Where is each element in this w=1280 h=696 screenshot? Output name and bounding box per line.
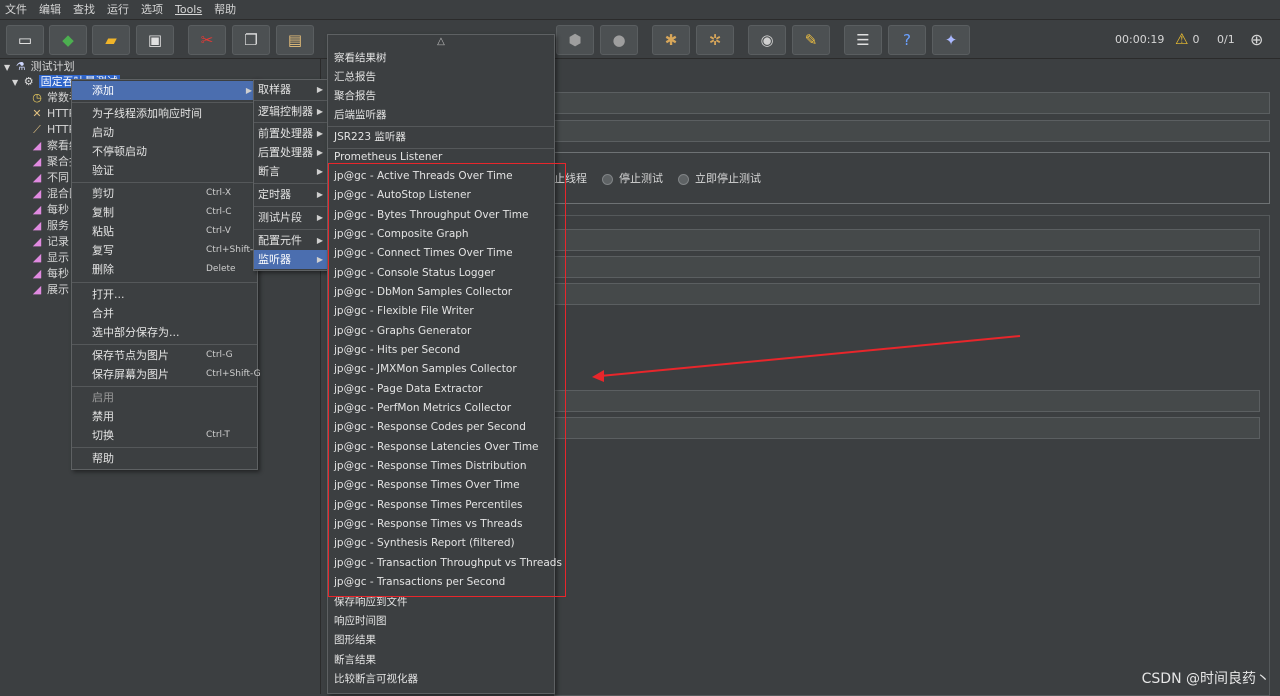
- submenu-logic-controller[interactable]: 逻辑控制器 ▶: [254, 102, 328, 121]
- listener-compare-assertion[interactable]: 比较断言可视化器: [328, 670, 554, 689]
- menu-toggle[interactable]: 切换 Ctrl-T: [72, 426, 257, 445]
- listener-aggregate-report[interactable]: 聚合报告: [328, 87, 554, 106]
- menu-start[interactable]: 启动: [72, 123, 257, 142]
- listener-view-results-tree[interactable]: 察看结果树: [328, 49, 554, 68]
- submenu-listener[interactable]: 监听器 ▶: [254, 250, 328, 269]
- submenu-test-fragment[interactable]: 测试片段 ▶: [254, 208, 328, 227]
- listener-backend[interactable]: 后端监听器: [328, 106, 554, 125]
- menu-paste[interactable]: 粘贴 Ctrl-V: [72, 222, 257, 241]
- listener-assertion-results[interactable]: 断言结果: [328, 651, 554, 670]
- submenu-timer[interactable]: 定时器 ▶: [254, 185, 328, 204]
- add-submenu: 取样器 ▶ 逻辑控制器 ▶ 前置处理器 ▶ 后置处理器 ▶ 断言 ▶ 定时器 ▶ 测试片段 ▶…: [253, 79, 329, 271]
- listener-jsr223[interactable]: JSR223 监听器: [328, 128, 554, 147]
- submenu-assertion[interactable]: 断言 ▶: [254, 162, 328, 181]
- menu-enable[interactable]: 启用: [72, 388, 257, 407]
- menu-copy[interactable]: 复制 Ctrl-C: [72, 203, 257, 222]
- highlight-box: [328, 163, 566, 597]
- menu-start-no-pause[interactable]: 不停顿启动: [72, 142, 257, 161]
- context-menu: 添加 ▶ 为子线程添加响应时间 启动 不停顿启动 验证 剪切 Ctrl-X 复制 Ct…: [71, 79, 261, 470]
- menu-cut[interactable]: 剪切 Ctrl-X: [72, 184, 257, 203]
- scroll-up-icon[interactable]: △: [328, 35, 554, 49]
- menu-validate[interactable]: 验证: [72, 161, 257, 180]
- listener-summary-report[interactable]: 汇总报告: [328, 68, 554, 87]
- menu-disable[interactable]: 禁用: [72, 407, 257, 426]
- menu-save-node-image[interactable]: 保存节点为图片 Ctrl-G: [72, 346, 257, 365]
- menu-duplicate[interactable]: 复写 Ctrl+Shift-C: [72, 241, 260, 260]
- submenu-postprocessor[interactable]: 后置处理器 ▶: [254, 143, 328, 162]
- menu-help-item[interactable]: 帮助: [72, 449, 257, 468]
- submenu-preprocessor[interactable]: 前置处理器 ▶: [254, 124, 328, 143]
- menu-delete[interactable]: 删除 Delete: [72, 260, 257, 279]
- menu-add[interactable]: 添加 ▶: [72, 81, 257, 100]
- listener-graph-results[interactable]: 图形结果: [328, 631, 554, 650]
- submenu-config-element[interactable]: 配置元件 ▶: [254, 231, 328, 250]
- menu-merge[interactable]: 合并: [72, 304, 257, 323]
- menu-save-screen-image[interactable]: 保存屏幕为图片 Ctrl+Shift-G: [72, 365, 261, 384]
- menu-add-response-time[interactable]: 为子线程添加响应时间: [72, 104, 257, 123]
- submenu-sampler[interactable]: 取样器 ▶: [254, 80, 328, 99]
- menu-open[interactable]: 打开...: [72, 285, 257, 304]
- menu-save-selection[interactable]: 选中部分保存为...: [72, 323, 257, 342]
- listener-response-time-graph[interactable]: 响应时间图: [328, 612, 554, 631]
- watermark: CSDN @时间良药丶: [1141, 671, 1270, 687]
